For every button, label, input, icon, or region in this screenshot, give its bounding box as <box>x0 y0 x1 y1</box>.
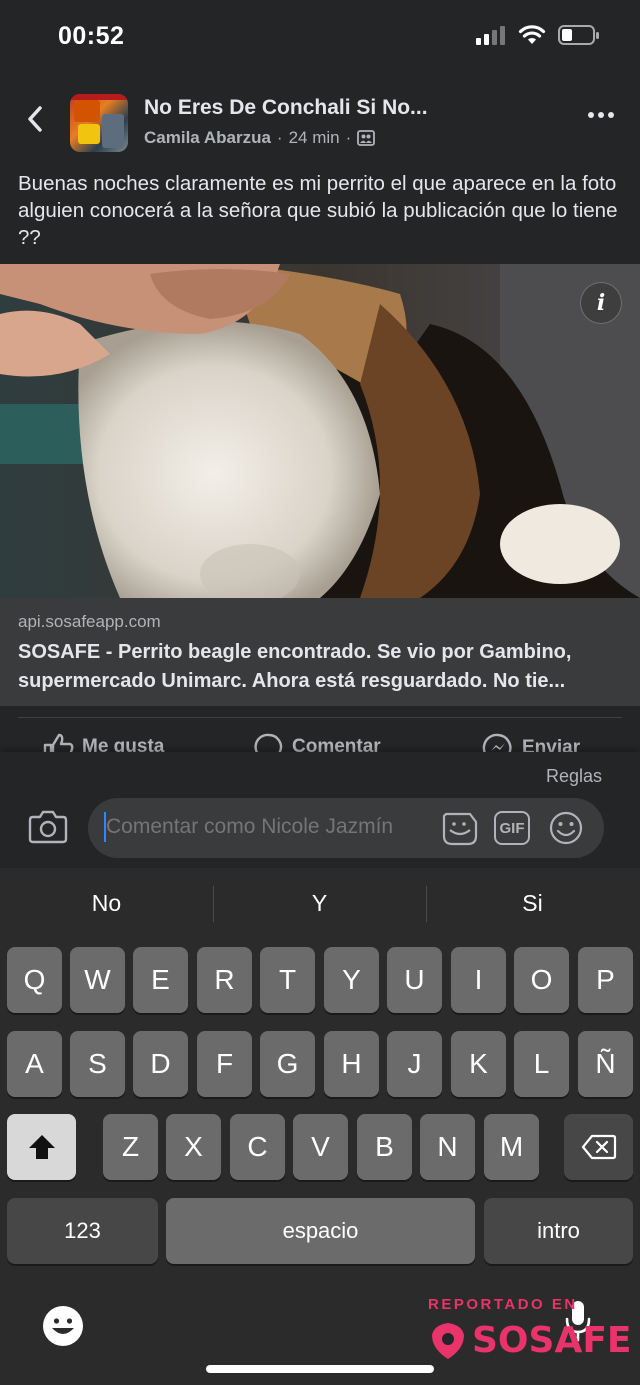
link-domain: api.sosafeapp.com <box>18 612 161 631</box>
meta-separator: · <box>345 128 352 147</box>
comment-input[interactable] <box>106 815 446 839</box>
wifi-icon <box>518 25 546 44</box>
divider <box>18 717 622 718</box>
sticker-icon[interactable] <box>440 810 480 848</box>
sosafe-watermark: REPORTADO EN SOSAFE <box>428 1296 632 1366</box>
return-key[interactable]: intro <box>484 1198 633 1264</box>
gif-icon[interactable]: GIF <box>494 811 530 845</box>
post-actions: Me gusta Comentar Enviar <box>0 706 640 756</box>
key[interactable]: Z <box>103 1114 158 1180</box>
key[interactable]: I <box>451 947 506 1013</box>
key[interactable]: S <box>70 1031 125 1097</box>
key[interactable]: X <box>166 1114 221 1180</box>
key[interactable]: E <box>133 947 188 1013</box>
key[interactable]: T <box>260 947 315 1013</box>
shield-pin-icon <box>432 1322 464 1359</box>
link-title: SOSAFE - Perrito beagle encontrado. Se v… <box>18 641 572 692</box>
group-audience-icon <box>357 130 376 146</box>
key[interactable]: D <box>133 1031 188 1097</box>
dog-photo <box>0 264 640 598</box>
key[interactable]: B <box>357 1114 412 1180</box>
key[interactable]: M <box>484 1114 539 1180</box>
suggestion-bar: No Y Si <box>0 882 640 926</box>
key[interactable]: Ñ <box>578 1031 633 1097</box>
home-indicator[interactable] <box>206 1365 434 1373</box>
suggestion-item[interactable]: Y <box>213 890 426 917</box>
backspace-key[interactable] <box>564 1114 633 1180</box>
key[interactable]: N <box>420 1114 475 1180</box>
status-icons <box>476 24 600 46</box>
more-options-button[interactable] <box>588 110 616 120</box>
watermark-caption: REPORTADO EN <box>428 1296 578 1313</box>
emoji-icon[interactable] <box>548 810 584 846</box>
comment-composer: Reglas GIF <box>0 752 640 868</box>
more-dot-icon <box>588 112 594 118</box>
battery-icon <box>558 25 599 45</box>
cellular-signal-icon <box>476 26 505 45</box>
post-header: No Eres De Conchali Si No... Camila Abar… <box>0 80 640 162</box>
sosafe-logo: SOSAFE <box>428 1320 632 1361</box>
status-time: 00:52 <box>58 22 125 50</box>
watermark-brand: SOSAFE <box>472 1320 632 1361</box>
key[interactable]: G <box>260 1031 315 1097</box>
key[interactable]: J <box>387 1031 442 1097</box>
info-icon[interactable]: i <box>580 282 622 324</box>
emoji-keyboard-icon[interactable] <box>42 1305 84 1347</box>
key[interactable]: C <box>230 1114 285 1180</box>
key[interactable]: Y <box>324 947 379 1013</box>
key[interactable]: Q <box>7 947 62 1013</box>
status-bar: 00:52 <box>0 0 640 74</box>
more-dot-icon <box>598 112 604 118</box>
post-time[interactable]: 24 min <box>289 128 340 148</box>
more-dot-icon <box>608 112 614 118</box>
key[interactable]: A <box>7 1031 62 1097</box>
group-avatar[interactable] <box>70 94 128 152</box>
key[interactable]: L <box>514 1031 569 1097</box>
key[interactable]: P <box>578 947 633 1013</box>
key[interactable]: V <box>293 1114 348 1180</box>
link-preview-card[interactable]: api.sosafeapp.com SOSAFE - Perrito beagl… <box>0 598 640 706</box>
key[interactable]: U <box>387 947 442 1013</box>
comment-box[interactable]: GIF <box>88 798 604 858</box>
author-name[interactable]: Camila Abarzua <box>144 128 271 148</box>
key[interactable]: H <box>324 1031 379 1097</box>
key[interactable]: W <box>70 947 125 1013</box>
meta-separator: · <box>276 128 283 147</box>
key[interactable]: K <box>451 1031 506 1097</box>
gif-label: GIF <box>499 819 525 837</box>
back-icon[interactable] <box>22 102 48 136</box>
key[interactable]: R <box>197 947 252 1013</box>
post-image[interactable]: i <box>0 264 640 598</box>
post-text: Buenas noches claramente es mi perrito e… <box>18 172 618 249</box>
shift-key[interactable] <box>7 1114 76 1180</box>
key[interactable]: O <box>514 947 569 1013</box>
key[interactable]: F <box>197 1031 252 1097</box>
suggestion-item[interactable]: No <box>0 890 213 917</box>
suggestion-item[interactable]: Si <box>426 890 639 917</box>
space-key[interactable]: espacio <box>166 1198 475 1264</box>
post-meta: Camila Abarzua · 24 min · <box>144 128 376 148</box>
rules-link[interactable]: Reglas <box>546 766 602 787</box>
group-name[interactable]: No Eres De Conchali Si No... <box>144 96 428 120</box>
numbers-key[interactable]: 123 <box>7 1198 158 1264</box>
shift-icon <box>28 1135 55 1159</box>
backspace-icon <box>581 1134 616 1160</box>
camera-icon[interactable] <box>28 808 68 844</box>
